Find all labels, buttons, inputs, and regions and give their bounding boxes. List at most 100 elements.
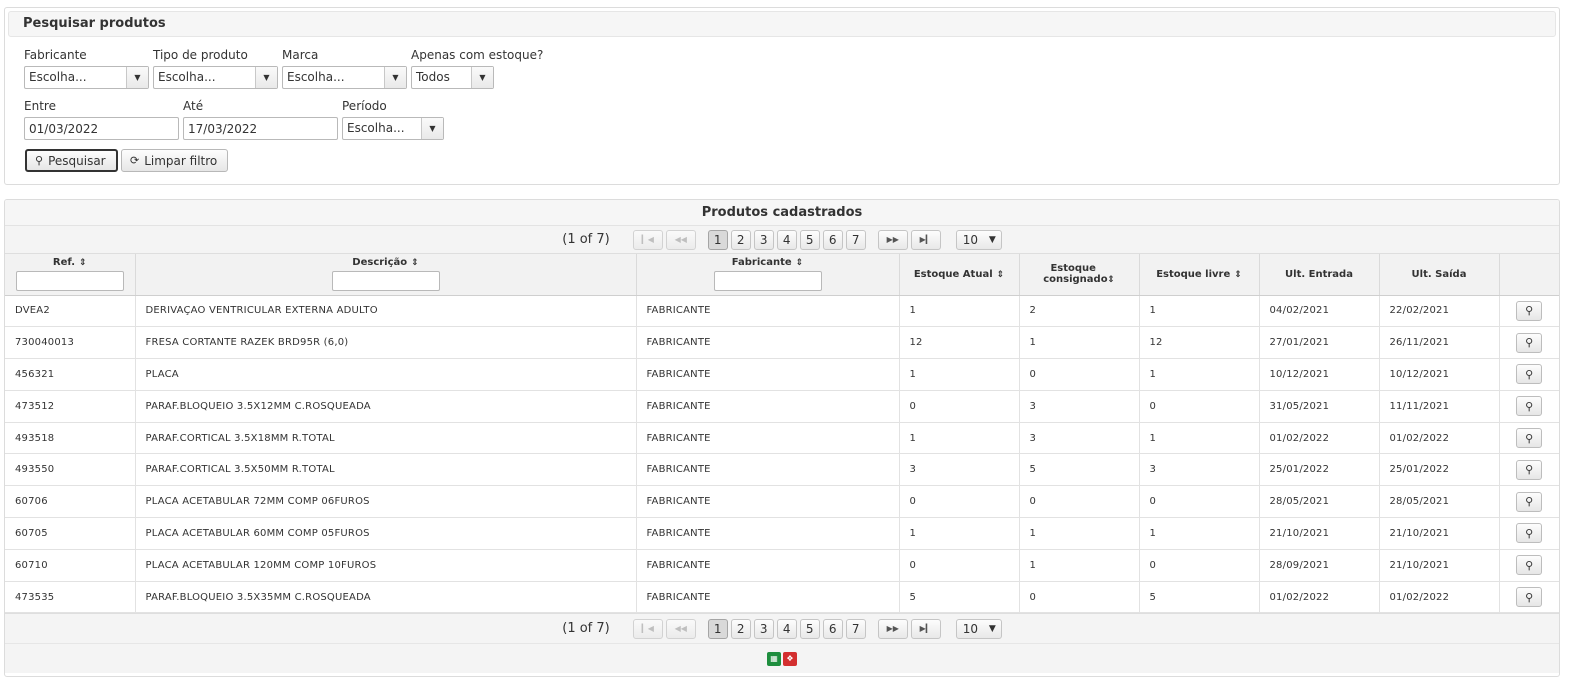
cell-estoque-consignado: 1 (1019, 326, 1140, 360)
cell-ult-entrada: 01/02/2022 (1259, 422, 1380, 455)
page-2-button[interactable]: 2 (730, 229, 751, 250)
fabricante-filter-input[interactable] (713, 271, 822, 292)
next-page-button[interactable]: ▶▶ (877, 229, 908, 250)
marca-select[interactable]: Escolha... ▼ (282, 66, 407, 89)
rows-per-page-select[interactable]: 10 ▼ (955, 229, 1002, 250)
cell-estoque-atual: 12 (899, 326, 1020, 360)
col-descricao[interactable]: Descrição ⇕ (135, 254, 637, 296)
magnifier-icon: ⚲ (35, 154, 44, 167)
page-4-button[interactable]: 4 (776, 229, 797, 250)
page-7-button[interactable]: 7 (845, 618, 866, 639)
chevron-down-icon[interactable]: ▼ (421, 118, 443, 139)
page-7-button[interactable]: 7 (845, 229, 866, 250)
descricao-filter-input[interactable] (331, 271, 440, 292)
view-details-button[interactable]: ⚲ (1516, 587, 1543, 608)
cell-estoque-livre: 12 (1139, 326, 1260, 360)
rows-per-page-select[interactable]: 10 ▼ (955, 618, 1002, 639)
tipo-produto-select[interactable]: Escolha... ▼ (153, 66, 278, 89)
tipo-produto-field: Tipo de produto Escolha... ▼ (153, 48, 278, 89)
page-1-button[interactable]: 1 (707, 618, 728, 639)
chevron-down-icon[interactable]: ▼ (126, 67, 148, 88)
view-details-button[interactable]: ⚲ (1516, 332, 1543, 353)
view-details-button[interactable]: ⚲ (1516, 428, 1543, 449)
page-1-button[interactable]: 1 (707, 229, 728, 250)
cell-ult-entrada: 25/01/2022 (1259, 453, 1380, 487)
cell-estoque-livre: 1 (1139, 295, 1260, 328)
page-3-button[interactable]: 3 (753, 229, 774, 250)
estoque-field: Apenas com estoque? Todos ▼ (411, 48, 543, 89)
last-page-button[interactable]: ▶▎ (910, 229, 941, 250)
excel-icon[interactable]: ▦ (767, 651, 781, 666)
last-page-button[interactable]: ▶▎ (910, 618, 941, 639)
marca-field: Marca Escolha... ▼ (282, 48, 407, 89)
cell-actions: ⚲ (1499, 453, 1559, 487)
table-row: 60710 PLACA ACETABULAR 120MM COMP 10FURO… (5, 549, 1559, 582)
limpar-filtro-button[interactable]: ⟳ Limpar filtro (121, 149, 229, 172)
view-details-button[interactable]: ⚲ (1516, 364, 1543, 385)
sort-icon: ⇕ (795, 258, 804, 269)
magnifier-icon: ⚲ (1525, 558, 1534, 572)
cell-estoque-livre: 1 (1139, 358, 1260, 391)
estoque-value: Todos (416, 70, 450, 84)
first-page-button[interactable]: ▎◀ (632, 618, 663, 639)
col-estoque-consignado[interactable]: Estoque consignado⇕ (1019, 254, 1140, 296)
cell-descricao: PLACA ACETABULAR 60MM COMP 05FUROS (135, 517, 637, 550)
page-6-button[interactable]: 6 (822, 618, 843, 639)
cell-ult-saida: 28/05/2021 (1379, 485, 1500, 519)
fabricante-select[interactable]: Escolha... ▼ (24, 66, 149, 89)
view-details-button[interactable]: ⚲ (1516, 491, 1543, 512)
page-6-button[interactable]: 6 (822, 229, 843, 250)
view-details-button[interactable]: ⚲ (1516, 300, 1543, 321)
periodo-select[interactable]: Escolha... ▼ (342, 117, 444, 140)
prev-page-button[interactable]: ◀◀ (665, 618, 696, 639)
cell-estoque-consignado: 0 (1019, 581, 1140, 614)
chevron-down-icon[interactable]: ▼ (384, 67, 406, 88)
estoque-label: Apenas com estoque? (411, 48, 544, 62)
table-row: 456321 PLACA FABRICANTE 1 0 1 10/12/2021… (5, 358, 1559, 391)
refresh-icon: ⟳ (130, 154, 140, 167)
pesquisar-label: Pesquisar (48, 153, 106, 168)
chevron-down-icon[interactable]: ▼ (255, 67, 277, 88)
cell-estoque-livre: 0 (1139, 485, 1260, 519)
page-5-button[interactable]: 5 (799, 229, 820, 250)
cell-fabricante: FABRICANTE (636, 485, 900, 519)
view-details-button[interactable]: ⚲ (1516, 396, 1543, 417)
col-descricao-label: Descrição (352, 257, 408, 269)
next-page-button[interactable]: ▶▶ (877, 618, 908, 639)
pesquisar-button[interactable]: ⚲ Pesquisar (25, 149, 118, 172)
page-2-button[interactable]: 2 (730, 618, 751, 639)
view-details-button[interactable]: ⚲ (1516, 523, 1543, 544)
paginator-top: (1 of 7) ▎◀ ◀◀ 1 2 3 4 5 6 7 ▶▶ ▶▎ 10 ▼ (5, 226, 1559, 254)
products-table: Ref. ⇕ Descrição ⇕ Fabricante ⇕ Estoque Atu… (5, 254, 1559, 614)
first-page-button[interactable]: ▎◀ (632, 229, 663, 250)
ate-date-input[interactable] (183, 117, 338, 140)
cell-actions: ⚲ (1499, 549, 1559, 582)
chevron-down-icon[interactable]: ▼ (471, 67, 493, 88)
cell-fabricante: FABRICANTE (636, 390, 900, 423)
cell-ult-saida: 01/02/2022 (1379, 581, 1500, 614)
cell-descricao: DERIVAÇAO VENTRICULAR EXTERNA ADULTO (135, 295, 637, 328)
cell-fabricante: FABRICANTE (636, 326, 900, 360)
col-estoque-livre-label: Estoque livre (1156, 268, 1231, 280)
search-panel-title: Pesquisar produtos (8, 11, 1556, 37)
col-estoque-livre[interactable]: Estoque livre ⇕ (1139, 254, 1260, 296)
page-3-button[interactable]: 3 (753, 618, 774, 639)
prev-page-button[interactable]: ◀◀ (665, 229, 696, 250)
view-details-button[interactable]: ⚲ (1516, 555, 1543, 576)
pdf-icon[interactable]: ❖ (783, 651, 797, 666)
cell-descricao: PLACA ACETABULAR 120MM COMP 10FUROS (135, 549, 637, 582)
page-4-button[interactable]: 4 (776, 618, 797, 639)
col-ref[interactable]: Ref. ⇕ (5, 254, 136, 296)
view-details-button[interactable]: ⚲ (1516, 459, 1543, 480)
estoque-select[interactable]: Todos ▼ (411, 66, 494, 89)
cell-fabricante: FABRICANTE (636, 422, 900, 455)
col-fabricante[interactable]: Fabricante ⇕ (636, 254, 900, 296)
entre-date-input[interactable] (24, 117, 179, 140)
cell-estoque-consignado: 0 (1019, 485, 1140, 519)
col-estoque-atual[interactable]: Estoque Atual ⇕ (899, 254, 1020, 296)
ref-filter-input[interactable] (15, 271, 124, 292)
page-5-button[interactable]: 5 (799, 618, 820, 639)
cell-ult-entrada: 21/10/2021 (1259, 517, 1380, 550)
search-panel: Pesquisar produtos Fabricante Escolha...… (4, 7, 1560, 185)
cell-actions: ⚲ (1499, 390, 1559, 423)
